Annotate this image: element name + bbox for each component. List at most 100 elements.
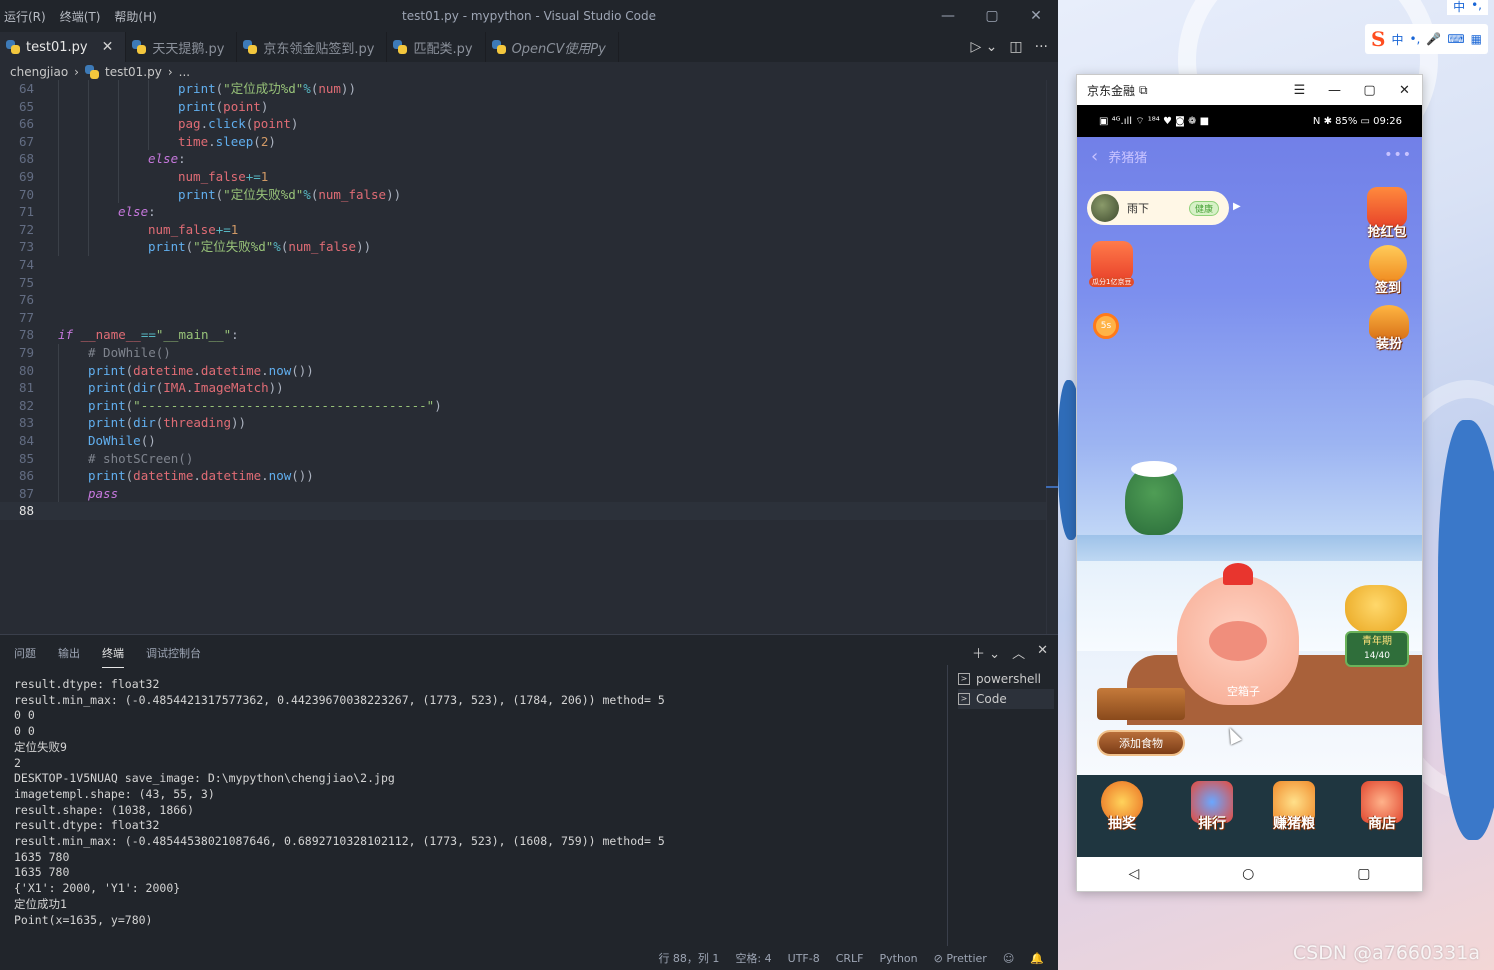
ime-toolbar-top[interactable]: 中 •, [1447,0,1488,15]
grid-icon[interactable]: ▦ [1471,32,1482,46]
line-number: 78 [18,327,34,343]
code-line[interactable]: 81 print(dir(IMA.ImageMatch)) [0,379,1046,397]
checkin-button[interactable]: 签到 [1369,245,1407,296]
code-line[interactable]: 80 print(datetime.datetime.now()) [0,362,1046,380]
line-number: 73 [18,239,34,255]
tab-terminal[interactable]: 终端 [102,645,124,668]
tab-jingdong[interactable]: 京东领金贴签到.py [237,32,388,62]
code-line[interactable]: 83 print(dir(threading)) [0,414,1046,432]
minimize-icon[interactable]: — [926,0,970,32]
menu-help[interactable]: 帮助(H) [114,8,156,25]
code-line[interactable]: 79 # DoWhile() [0,344,1046,362]
back-icon[interactable]: ‹ [1091,146,1098,167]
close-icon[interactable]: ✕ [1014,0,1058,32]
status-cursor-position[interactable]: 行 88，列 1 [658,950,719,966]
tab-test01[interactable]: test01.py ✕ [0,32,127,62]
breadcrumb-file[interactable]: test01.py [105,65,162,79]
tab-close-icon[interactable]: ✕ [102,39,114,55]
code-editor[interactable]: 64 print("定位成功%d"%(num)) 65 print(point) 66 p… [0,80,1046,634]
more-icon[interactable]: ··· [1035,39,1048,55]
microphone-icon[interactable]: 🎤 [1426,32,1441,46]
gold-treasure-icon[interactable] [1345,585,1407,635]
maximize-icon[interactable]: ▢ [970,0,1014,32]
code-line[interactable]: 72 num_false+=1 [0,221,1046,239]
code-line[interactable]: 76 [0,291,1046,309]
external-link-icon[interactable]: ⧉ [1139,83,1148,98]
code-line[interactable]: 78 if __name__=="__main__": [0,326,1046,344]
breadcrumb-more[interactable]: ... [179,65,190,79]
status-language[interactable]: Python [880,952,918,965]
nav-recent-icon[interactable]: ▢ [1357,866,1370,882]
code-line[interactable]: 73 print("定位失败%d"%(num_false)) [0,238,1046,256]
code-line[interactable]: 87 pass [0,485,1046,503]
hamburger-icon[interactable]: ☰ [1282,75,1317,105]
code-line[interactable]: 77 [0,309,1046,327]
ranking-button[interactable]: 排行 [1191,781,1233,833]
add-terminal-icon[interactable]: ＋ ⌄ [972,643,1000,662]
tab-opencv[interactable]: OpenCV使用Py [486,32,619,62]
terminal-output[interactable]: result.dtype: float32 result.min_max: (-0… [14,677,944,928]
code-line[interactable]: 68 else: [0,150,1046,168]
nav-back-icon[interactable]: ◁ [1128,866,1139,882]
status-encoding[interactable]: UTF-8 [788,952,820,965]
menu-run[interactable]: 运行(R) [4,8,46,25]
code-line[interactable]: 82 print("-------------------------------… [0,397,1046,415]
play-arrow-icon[interactable]: ▶ [1233,201,1241,212]
keyboard-icon[interactable]: ⌨ [1447,32,1464,46]
lottery-button[interactable]: 抽奖 [1101,781,1143,833]
close-icon[interactable]: ✕ [1387,75,1422,105]
terminal-divider[interactable] [947,665,948,947]
editor-scrollbar[interactable] [1046,80,1058,634]
terminal-item-code[interactable]: > Code [958,689,1054,709]
dressup-button[interactable]: 装扮 [1369,305,1409,352]
tab-output[interactable]: 输出 [58,645,80,668]
split-editor-icon[interactable]: ◫ [1009,39,1022,55]
minimize-icon[interactable]: — [1317,75,1352,105]
code-line[interactable]: 64 print("定位成功%d"%(num)) [0,80,1046,98]
code-line[interactable]: 71 else: [0,203,1046,221]
code-line[interactable]: 75 [0,274,1046,292]
maximize-icon[interactable]: ▢ [1352,75,1387,105]
timer-button[interactable]: 5s [1093,313,1119,339]
status-indent[interactable]: 空格: 4 [735,950,771,966]
ime-lang[interactable]: 中 [1391,31,1403,48]
code-text: if __name__=="__main__": [58,327,239,343]
user-pill[interactable]: 雨下 健康 [1087,191,1229,225]
tab-pipei[interactable]: 匹配类.py [387,32,486,62]
code-line[interactable]: 69 num_false+=1 [0,168,1046,186]
breadcrumb-folder[interactable]: chengjiao [10,65,68,79]
terminal-item-powershell[interactable]: > powershell [958,669,1054,689]
tab-problems[interactable]: 问题 [14,645,36,668]
ime-punct[interactable]: •, [1409,32,1420,46]
close-panel-icon[interactable]: ✕ [1037,643,1048,662]
code-line[interactable]: 88 [0,502,1046,520]
code-line[interactable]: 74 [0,256,1046,274]
tab-tiantian[interactable]: 天天提鹅.py [126,32,238,62]
bell-icon[interactable]: 🔔 [1030,952,1044,965]
code-line[interactable]: 65 print(point) [0,98,1046,116]
code-line[interactable]: 84 DoWhile() [0,432,1046,450]
code-line[interactable]: 85 # shotSCreen() [0,450,1046,468]
add-food-button[interactable]: 添加食物 [1097,730,1185,756]
bean-reward-button[interactable]: 瓜分1亿京豆 [1089,241,1135,287]
phone-screen[interactable]: ▣ ⁴ᴳ.ıll ⌔ ¹⁸⁴ ♥ ◙ ❁ ■ N ✱ 85% ▭ 09:26 ‹… [1077,105,1422,857]
code-line[interactable]: 66 pag.click(point) [0,115,1046,133]
red-packet-button[interactable]: 抢红包 [1367,187,1407,240]
code-line[interactable]: 70 print("定位失败%d"%(num_false)) [0,186,1046,204]
feedback-icon[interactable]: ☺ [1003,952,1014,965]
earn-feed-button[interactable]: 赚猪粮 [1273,781,1315,833]
ime-toolbar[interactable]: S 中 •, 🎤 ⌨ ▦ [1365,24,1488,54]
code-line[interactable]: 86 print(datetime.datetime.now()) [0,467,1046,485]
more-icon[interactable]: ••• [1384,147,1412,163]
run-icon[interactable]: ▷ ⌄ [970,39,997,55]
maximize-panel-icon[interactable]: ︿ [1012,643,1025,662]
menu-terminal[interactable]: 终端(T) [60,8,101,25]
tab-debug-console[interactable]: 调试控制台 [146,645,201,668]
food-trough[interactable] [1097,688,1185,720]
nav-home-icon[interactable]: ○ [1242,866,1254,882]
code-line[interactable]: 67 time.sleep(2) [0,133,1046,151]
status-eol[interactable]: CRLF [836,952,864,965]
shop-button[interactable]: 商店 [1361,781,1403,833]
status-prettier[interactable]: ⊘ Prettier [934,952,987,965]
line-number: 82 [18,397,34,413]
